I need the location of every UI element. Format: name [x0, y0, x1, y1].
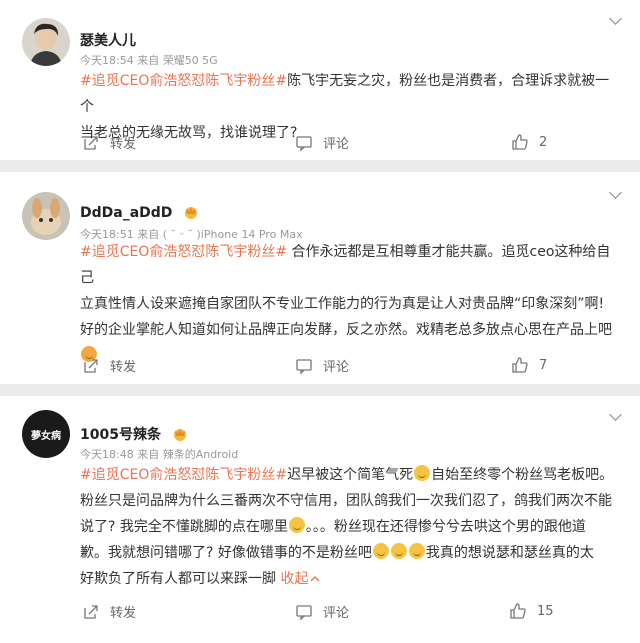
- collapse-link[interactable]: 收起: [280, 571, 320, 587]
- thumbs-up-icon: [510, 603, 526, 619]
- forward-label: 转发: [110, 137, 137, 152]
- hashtag-link[interactable]: #追觅CEO俞浩怒怼陈飞宇粉丝#: [80, 244, 287, 260]
- comment-card: DdDa_aDdD 今天18:51 来自 ( ˘ ᵕ ˘ )iPhone 14 …: [0, 172, 640, 384]
- text-line: 说了? 我完全不懂跳脚的点在哪里: [80, 519, 288, 535]
- comment-label: 评论: [323, 360, 350, 375]
- hashtag-link[interactable]: #追觅CEO俞浩怒怼陈飞宇粉丝#: [80, 73, 287, 89]
- comment-button[interactable]: 评论: [295, 133, 349, 152]
- user-name[interactable]: 1005号辣条: [80, 424, 188, 444]
- share-icon: [84, 604, 98, 619]
- text-line: 好的企业掌舵人知道如何让品牌正向发酵，反之亦然。戏精老总多放点心思在产品上吧: [80, 322, 612, 338]
- avatar[interactable]: [22, 192, 70, 240]
- like-button[interactable]: 2: [511, 133, 547, 151]
- text-line: 立真性情人设来遮掩自家团队不专业工作能力的行为真是让人对贵品牌“印象深刻”啊!: [80, 296, 605, 312]
- comment-card: 夢女病 1005号辣条 今天18:48 来自 辣条的Android #追觅CEO…: [0, 396, 640, 643]
- user-name-text: 1005号辣条: [80, 427, 161, 443]
- emoji-icon: [288, 517, 305, 533]
- emoji-icon: [408, 543, 425, 559]
- text-line: 好欺负了所有人都可以来踩一脚: [80, 571, 276, 587]
- avatar[interactable]: [22, 18, 70, 66]
- post-meta: 今天18:48 来自 辣条的Android: [80, 448, 239, 461]
- chevron-down-icon[interactable]: [609, 12, 622, 25]
- text-line: 歉。我就想问错哪了? 好像做错事的不是粉丝吧: [80, 545, 372, 561]
- comment-icon: [296, 358, 312, 375]
- chevron-up-icon: [310, 576, 320, 582]
- avatar[interactable]: 夢女病: [22, 410, 70, 458]
- share-icon: [84, 135, 98, 150]
- like-count: 15: [537, 603, 554, 619]
- comment-label: 评论: [323, 606, 350, 621]
- like-count: 7: [539, 357, 548, 373]
- text-line: 我真的想说瑟和瑟丝真的太: [425, 545, 594, 561]
- chevron-down-icon[interactable]: [609, 408, 622, 421]
- comment-text: #追觅CEO俞浩怒怼陈飞宇粉丝# 合作永远都是互相尊重才能共赢。追觅ceo这种给…: [80, 239, 620, 369]
- user-name[interactable]: 瑟美人儿: [80, 30, 136, 50]
- comment-text: #追觅CEO俞浩怒怼陈飞宇粉丝#迟早被这个简笔气死 自始至终零个粉丝骂老板吧。 粉…: [80, 462, 620, 592]
- comment-icon: [296, 604, 312, 621]
- text-line: 迟早被这个简笔气死: [287, 467, 414, 483]
- collapse-label: 收起: [280, 571, 309, 587]
- share-icon: [84, 358, 98, 373]
- member-badge-icon: [185, 207, 198, 219]
- forward-button[interactable]: 转发: [82, 602, 136, 621]
- thumbs-up-icon: [512, 357, 528, 373]
- emoji-icon: [414, 465, 431, 481]
- forward-label: 转发: [110, 606, 137, 621]
- emoji-icon: [372, 543, 389, 559]
- comment-label: 评论: [323, 137, 350, 152]
- like-count: 2: [539, 134, 548, 150]
- post-meta: 今天18:54 来自 荣耀50 5G: [80, 54, 218, 67]
- thumbs-up-icon: [512, 134, 528, 150]
- hashtag-link[interactable]: #追觅CEO俞浩怒怼陈飞宇粉丝#: [80, 467, 287, 483]
- text-line: 。。。粉丝现在还得惨兮兮去哄这个男的跟他道: [305, 519, 586, 535]
- text-line: 自始至终零个粉丝骂老板吧。: [431, 467, 614, 483]
- comment-icon: [296, 135, 312, 152]
- chevron-down-icon[interactable]: [609, 186, 622, 199]
- comment-button[interactable]: 评论: [295, 602, 349, 621]
- text-line: 粉丝只是问品牌为什么三番两次不守信用，团队鸽我们一次我们忍了，鸽我们两次不能: [80, 493, 612, 509]
- like-button[interactable]: 7: [511, 356, 547, 374]
- forward-label: 转发: [110, 360, 137, 375]
- member-badge-icon: [173, 429, 186, 441]
- like-button[interactable]: 15: [509, 602, 554, 620]
- user-name[interactable]: DdDa_aDdD: [80, 204, 199, 221]
- user-name-text: DdDa_aDdD: [80, 205, 173, 221]
- comment-button[interactable]: 评论: [295, 356, 349, 375]
- comment-card: 瑟美人儿 今天18:54 来自 荣耀50 5G #追觅CEO俞浩怒怼陈飞宇粉丝#…: [0, 0, 640, 160]
- avatar-text: 夢女病: [31, 429, 61, 442]
- forward-button[interactable]: 转发: [82, 356, 136, 375]
- forward-button[interactable]: 转发: [82, 133, 136, 152]
- emoji-icon: [390, 543, 407, 559]
